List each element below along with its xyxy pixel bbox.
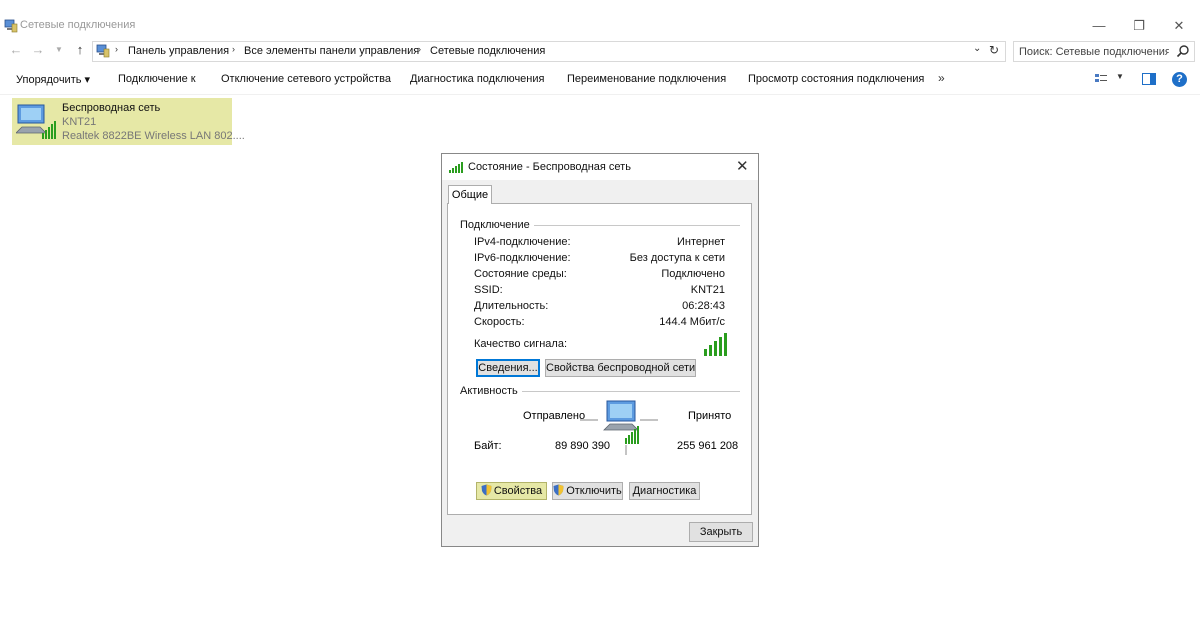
view-options-icon[interactable] [1094, 72, 1108, 86]
more-commands-button[interactable]: » [938, 71, 945, 85]
search-input[interactable] [1019, 44, 1169, 59]
signal-bars-icon [704, 333, 727, 356]
search-box[interactable] [1013, 41, 1195, 62]
tab-general[interactable]: Общие [448, 185, 492, 204]
duration-value: 06:28:43 [682, 300, 725, 312]
close-button[interactable]: ✕ [1156, 13, 1200, 39]
chevron-down-icon[interactable]: ▼ [52, 42, 66, 58]
media-state-label: Состояние среды: [474, 268, 567, 280]
view-status-button[interactable]: Просмотр состояния подключения [748, 73, 924, 85]
connection-ssid: KNT21 [62, 116, 97, 128]
sent-label: Отправлено [523, 410, 586, 422]
general-tab-panel: Подключение IPv4-подключение: Интернет I… [447, 203, 752, 515]
address-bar[interactable]: › Панель управления › Все элементы панел… [92, 41, 1006, 62]
chevron-right-icon[interactable]: › [232, 44, 235, 54]
breadcrumb-all-items[interactable]: Все элементы панели управления [244, 45, 419, 57]
chevron-right-icon[interactable]: › [418, 44, 421, 54]
ssid-label: SSID: [474, 284, 503, 296]
search-icon[interactable] [1176, 44, 1190, 58]
bytes-label: Байт: [474, 440, 502, 452]
diagnose-connection-button[interactable]: Диагностика подключения [410, 73, 544, 85]
command-bar: Упорядочить ▾ Подключение к Отключение с… [0, 66, 1200, 95]
window-title: Сетевые подключения [20, 19, 136, 31]
speed-label: Скорость: [474, 316, 525, 328]
bytes-received-value: 255 961 208 [677, 440, 739, 452]
up-arrow-icon[interactable]: ↑ [73, 42, 87, 58]
wireless-adapter-icon [16, 104, 56, 139]
signal-quality-label: Качество сигнала: [474, 338, 568, 350]
connection-adapter: Realtek 8822BE Wireless LAN 802.... [62, 130, 245, 142]
activity-group-title: Активность [460, 385, 522, 397]
dialog-close-button[interactable]: ✕ [736, 157, 749, 175]
control-panel-icon [96, 44, 110, 58]
preview-pane-icon[interactable] [1142, 73, 1156, 85]
ipv4-value: Интернет [677, 236, 725, 248]
address-row: ← → ▼ ↑ › Панель управления › Все элемен… [0, 40, 1200, 62]
media-state-value: Подключено [661, 268, 725, 280]
duration-label: Длительность: [474, 300, 549, 312]
status-dialog: Состояние - Беспроводная сеть ✕ Общие По… [441, 153, 759, 547]
uac-shield-icon [553, 484, 564, 496]
connect-to-button[interactable]: Подключение к [118, 73, 196, 85]
disable-button[interactable]: Отключить [552, 482, 623, 500]
ssid-value: KNT21 [690, 284, 725, 296]
back-arrow-icon[interactable]: ← [9, 42, 23, 58]
dialog-title: Состояние - Беспроводная сеть [468, 161, 631, 173]
properties-button[interactable]: Свойства [476, 482, 547, 500]
connection-name: Беспроводная сеть [62, 102, 161, 114]
forward-arrow-icon[interactable]: → [31, 42, 45, 58]
chevron-down-icon[interactable]: ⌄ [973, 43, 981, 54]
breadcrumb-control-panel[interactable]: Панель управления [128, 45, 229, 57]
window-titlebar: Сетевые подключения — ❐ ✕ [0, 0, 1200, 40]
disable-device-button[interactable]: Отключение сетевого устройства [221, 73, 391, 85]
bytes-sent-value: 89 890 390 [555, 440, 611, 452]
breadcrumb-network-connections[interactable]: Сетевые подключения [430, 45, 545, 57]
close-dialog-button[interactable]: Закрыть [689, 522, 753, 542]
disable-button-label: Отключить [566, 485, 622, 497]
received-label: Принято [688, 410, 732, 422]
refresh-icon[interactable]: ↻ [989, 43, 999, 57]
help-icon[interactable]: ? [1172, 72, 1187, 87]
ipv6-label: IPv6-подключение: [474, 252, 571, 264]
organize-button[interactable]: Упорядочить ▾ [16, 73, 90, 86]
properties-button-label: Свойства [493, 485, 543, 497]
details-button[interactable]: Сведения... [476, 359, 540, 377]
connection-group-title: Подключение [460, 219, 534, 231]
signal-strength-icon [449, 162, 463, 173]
ipv6-value: Без доступа к сети [629, 252, 725, 264]
diagnose-button[interactable]: Диагностика [629, 482, 700, 500]
chevron-down-icon[interactable]: ▼ [1116, 72, 1124, 81]
ipv4-label: IPv4-подключение: [474, 236, 571, 248]
rename-connection-button[interactable]: Переименование подключения [567, 73, 726, 85]
dialog-titlebar: Состояние - Беспроводная сеть ✕ [442, 154, 758, 180]
speed-value: 144.4 Мбит/с [659, 316, 725, 328]
uac-shield-icon [481, 484, 492, 496]
connection-item-wireless[interactable]: Беспроводная сеть KNT21 Realtek 8822BE W… [12, 98, 245, 145]
chevron-right-icon[interactable]: › [115, 44, 118, 54]
wireless-properties-button[interactable]: Свойства беспроводной сети [545, 359, 696, 377]
network-connections-icon [4, 19, 18, 33]
